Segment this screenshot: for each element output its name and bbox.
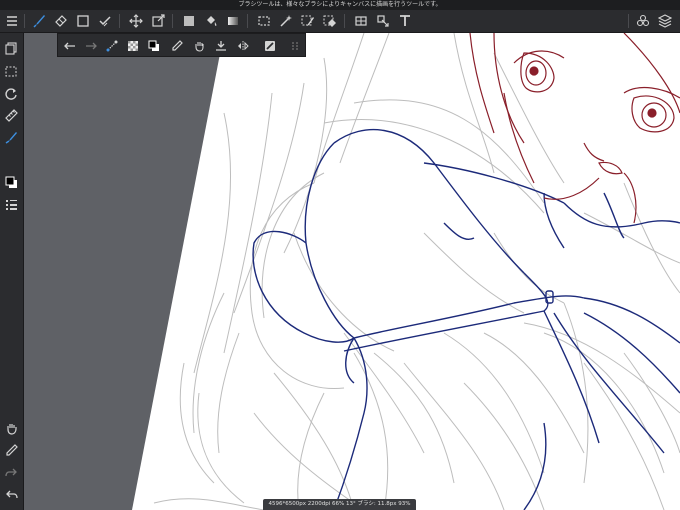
drawing-canvas[interactable] — [24, 33, 680, 510]
toolbar-divider — [119, 14, 120, 28]
status-text: ブラシツールは、様々なブラシによりキャンバスに描画を行うツールです。 — [238, 1, 442, 8]
brush-icon[interactable] — [30, 12, 48, 30]
select-icon[interactable] — [255, 12, 273, 30]
toolbar-divider — [172, 14, 173, 28]
redo-icon[interactable] — [2, 463, 20, 481]
color-swap-icon[interactable] — [145, 37, 163, 55]
toolbar-divider — [628, 14, 629, 28]
eraser-icon[interactable] — [52, 12, 70, 30]
transform-icon[interactable] — [149, 12, 167, 30]
layers-panel-icon[interactable] — [2, 39, 20, 57]
color-fill-icon[interactable] — [180, 12, 198, 30]
top-toolbar — [0, 10, 680, 33]
sub-toolbar — [57, 33, 306, 57]
rotate-icon[interactable] — [2, 84, 20, 102]
brush-material-icon[interactable] — [634, 12, 652, 30]
bucket-icon[interactable] — [202, 12, 220, 30]
select-eraser-icon[interactable] — [321, 12, 339, 30]
color-swatch-icon[interactable] — [2, 173, 20, 191]
toolbar-divider — [344, 14, 345, 28]
canvas-info-text: 4596*6500px 2200dpi 66% 13° ブラシ: 11.8px … — [268, 501, 411, 507]
select-pen-icon[interactable] — [299, 12, 317, 30]
ruler-icon[interactable] — [2, 106, 20, 124]
eyedropper-icon[interactable] — [168, 37, 186, 55]
brush-size-icon[interactable] — [2, 195, 20, 213]
toolbar-divider — [24, 14, 25, 28]
undo-icon[interactable] — [2, 485, 20, 503]
fill-check-icon[interactable] — [96, 12, 114, 30]
snap-icon[interactable] — [261, 37, 279, 55]
transform-icon[interactable] — [103, 37, 121, 55]
layers-icon[interactable] — [656, 12, 674, 30]
brush-pen-icon[interactable] — [2, 128, 20, 146]
menu-icon[interactable] — [3, 12, 21, 30]
material-icon[interactable] — [374, 12, 392, 30]
canvas-info-bar: 4596*6500px 2200dpi 66% 13° ブラシ: 11.8px … — [263, 499, 416, 510]
redo-icon[interactable] — [82, 37, 100, 55]
transparency-icon[interactable] — [124, 37, 142, 55]
hand-icon[interactable] — [2, 419, 20, 437]
magic-wand-icon[interactable] — [277, 12, 295, 30]
status-bar: ブラシツールは、様々なブラシによりキャンバスに描画を行うツールです。 — [0, 0, 680, 10]
shape-icon[interactable] — [74, 12, 92, 30]
more-icon[interactable] — [286, 37, 304, 55]
eyedropper-icon[interactable] — [2, 441, 20, 459]
select-panel-icon[interactable] — [2, 62, 20, 80]
gradation-icon[interactable] — [224, 12, 242, 30]
text-icon[interactable] — [396, 12, 414, 30]
undo-icon[interactable] — [61, 37, 79, 55]
import-icon[interactable] — [212, 37, 230, 55]
filter-icon[interactable] — [352, 12, 370, 30]
left-toolbar — [0, 33, 24, 510]
move-icon[interactable] — [127, 12, 145, 30]
toolbar-divider — [247, 14, 248, 28]
flip-icon[interactable] — [234, 37, 252, 55]
hand-icon[interactable] — [190, 37, 208, 55]
